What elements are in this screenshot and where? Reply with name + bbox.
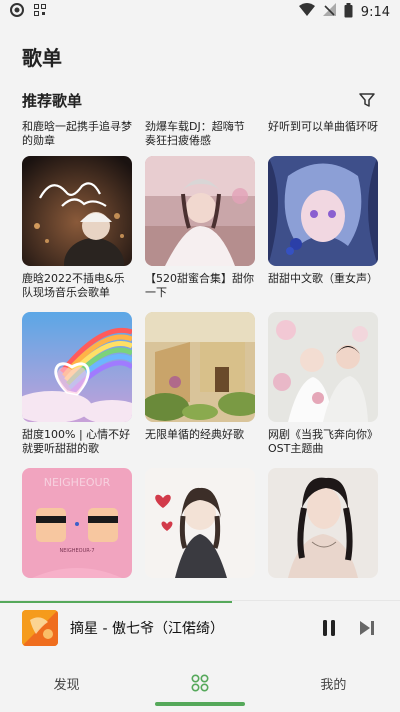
- playlist-title: 和鹿晗一起携手追寻梦的勋章: [22, 120, 132, 147]
- record-icon: [10, 3, 24, 21]
- status-bar: 9:14: [0, 0, 400, 24]
- playlist-title: 网剧《当我飞奔向你》OST主题曲: [268, 428, 378, 455]
- playlist-grid-inner: 和鹿晗一起携手追寻梦的勋章 劲爆车载DJ：超嗨节奏狂扫疲倦感 好听到可以单曲循环…: [22, 120, 382, 596]
- battery-icon: [344, 2, 353, 22]
- playlist-cover: [22, 312, 132, 422]
- next-track-button[interactable]: [356, 617, 378, 639]
- playlist-card[interactable]: 甜甜中文歌（重女声）: [268, 156, 378, 312]
- playlist-title: 鹿晗2022不插电&乐队现场音乐会歌单: [22, 272, 125, 299]
- playlist-card[interactable]: 鹿晗2022不插电&乐队现场音乐会歌单: [22, 156, 132, 312]
- playlist-grid[interactable]: 和鹿晗一起携手追寻梦的勋章 劲爆车载DJ：超嗨节奏狂扫疲倦感 好听到可以单曲循环…: [0, 120, 400, 596]
- page-title: 歌单: [22, 46, 62, 70]
- playlist-card[interactable]: 和鹿晗一起携手追寻梦的勋章: [22, 120, 132, 156]
- playlist-title: 无限单循的经典好歌: [145, 428, 244, 441]
- pause-button[interactable]: [318, 617, 340, 639]
- playlist-title: 劲爆车载DJ：超嗨节奏狂扫疲倦感: [145, 120, 245, 147]
- playlist-cover: [145, 468, 255, 578]
- nav-playlists[interactable]: [133, 654, 266, 712]
- section-header: 推荐歌单: [22, 88, 378, 112]
- playlist-title: [22, 584, 132, 596]
- playlist-cover: NEIGHEOUR NEIGHEOUR-7: [22, 468, 132, 578]
- now-playing-title[interactable]: 摘星 - 傲七爷（江偌绮）: [70, 618, 224, 638]
- playlist-card[interactable]: 网剧《当我飞奔向你》OST主题曲: [268, 312, 378, 468]
- playlist-title: [145, 584, 255, 596]
- cover-subtext: NEIGHEOUR-7: [59, 548, 94, 554]
- filter-button[interactable]: [356, 89, 378, 111]
- playlist-title: 甜度100% | 心情不好就要听甜甜的歌: [22, 428, 131, 455]
- scan-icon: [34, 4, 46, 20]
- section-title: 推荐歌单: [22, 91, 83, 110]
- playlist-title: 好听到可以单曲循环呀: [268, 120, 378, 133]
- playlist-card[interactable]: 劲爆车载DJ：超嗨节奏狂扫疲倦感: [145, 120, 255, 156]
- playlist-card[interactable]: [268, 468, 378, 596]
- playlist-card[interactable]: 甜度100% | 心情不好就要听甜甜的歌: [22, 312, 132, 468]
- filter-icon: [359, 93, 375, 107]
- now-playing-cover[interactable]: [22, 609, 58, 646]
- playlist-cover: [22, 156, 132, 266]
- playlist-card[interactable]: NEIGHEOUR NEIGHEOUR-7: [22, 468, 132, 596]
- wifi-icon: [298, 3, 315, 21]
- pause-icon: [323, 619, 335, 636]
- nav-discover[interactable]: 发现: [0, 654, 133, 712]
- cover-text: NEIGHEOUR: [44, 476, 111, 489]
- playlist-card[interactable]: [145, 468, 255, 596]
- grid-icon: [191, 674, 209, 692]
- playlist-cover: [145, 156, 255, 266]
- playlist-card[interactable]: 无限单循的经典好歌: [145, 312, 255, 468]
- bottom-nav: 发现 我的: [0, 654, 400, 712]
- playback-progress: [0, 601, 232, 603]
- playlist-title: 【520甜蜜合集】甜你一下: [145, 272, 254, 299]
- playlist-card[interactable]: 好听到可以单曲循环呀: [268, 120, 378, 156]
- playlist-title: [268, 584, 378, 596]
- signal-icon: [322, 3, 336, 21]
- playlist-cover: [268, 468, 378, 578]
- playlist-cover: [268, 312, 378, 422]
- nav-mine[interactable]: 我的: [267, 654, 400, 712]
- playlist-card[interactable]: 【520甜蜜合集】甜你一下: [145, 156, 255, 312]
- clock-time: 9:14: [360, 4, 390, 20]
- playlist-cover: [145, 312, 255, 422]
- playlist-title: 甜甜中文歌（重女声）: [268, 272, 378, 285]
- playlist-cover: [268, 156, 378, 266]
- nav-active-indicator: [154, 702, 245, 706]
- mini-player[interactable]: 摘星 - 傲七爷（江偌绮）: [0, 600, 400, 654]
- skip-next-icon: [360, 620, 374, 635]
